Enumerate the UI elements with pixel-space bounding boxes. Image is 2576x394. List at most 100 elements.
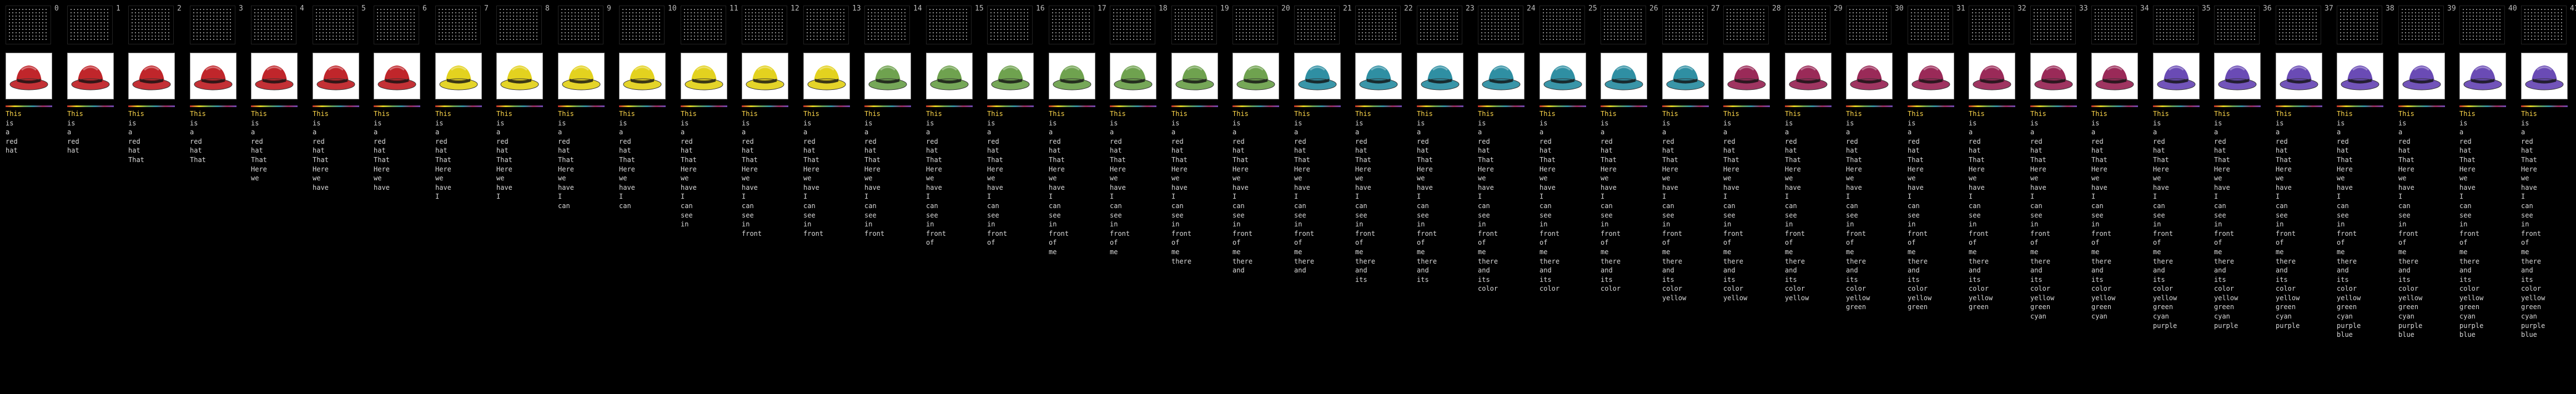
- frame-preview[interactable]: [742, 6, 787, 44]
- frame-preview[interactable]: [1846, 6, 1891, 44]
- frame-preview[interactable]: [2214, 6, 2260, 44]
- frame-preview[interactable]: [987, 6, 1033, 44]
- frame-preview[interactable]: [1539, 6, 1585, 44]
- hat-thumbnail[interactable]: [558, 53, 605, 99]
- frame-preview[interactable]: [1969, 6, 2014, 44]
- frame-preview[interactable]: [190, 6, 235, 44]
- frame[interactable]: 6 This is a red hat That Here we have: [368, 0, 429, 394]
- frame-preview[interactable]: [251, 6, 296, 44]
- hat-thumbnail[interactable]: [1294, 53, 1341, 99]
- frame[interactable]: 1 This is a red hat: [62, 0, 123, 394]
- hat-thumbnail[interactable]: [6, 53, 52, 99]
- hat-thumbnail[interactable]: [2091, 53, 2138, 99]
- frame-preview[interactable]: [128, 6, 174, 44]
- frame-preview[interactable]: [67, 6, 113, 44]
- frame[interactable]: 34 This is a red hat That Here we have Ican see in f…: [2086, 0, 2149, 394]
- frame[interactable]: 13 This is a red hat That Here we have Ican see in f…: [798, 0, 861, 394]
- hat-thumbnail[interactable]: [987, 53, 1034, 99]
- hat-thumbnail[interactable]: [251, 53, 298, 99]
- hat-thumbnail[interactable]: [374, 53, 420, 99]
- frame[interactable]: 12 This is a red hat That Here we have Ican see in f…: [736, 0, 799, 394]
- frame-preview[interactable]: [1110, 6, 1155, 44]
- frame[interactable]: 14 This is a red hat That Here we have Ican see in f…: [859, 0, 922, 394]
- frame[interactable]: 16 This is a red hat That Here we have Ican see in f…: [982, 0, 1045, 394]
- hat-thumbnail[interactable]: [1232, 53, 1279, 99]
- frame[interactable]: 33 This is a red hat That Here we have Ican see in f…: [2025, 0, 2088, 394]
- hat-thumbnail[interactable]: [1539, 53, 1586, 99]
- frame-preview[interactable]: [1232, 6, 1278, 44]
- frame[interactable]: 23 This is a red hat That Here we have Ican see in f…: [1411, 0, 1475, 394]
- hat-thumbnail[interactable]: [1417, 53, 1463, 99]
- frame-preview[interactable]: [619, 6, 665, 44]
- frame-preview[interactable]: [2276, 6, 2321, 44]
- frame[interactable]: 15 This is a red hat That Here we have Ican see in f…: [920, 0, 984, 394]
- hat-thumbnail[interactable]: [1969, 53, 2015, 99]
- frame-preview[interactable]: [313, 6, 358, 44]
- hat-thumbnail[interactable]: [1355, 53, 1402, 99]
- hat-thumbnail[interactable]: [619, 53, 666, 99]
- frame[interactable]: 21 This is a red hat That Here we have Ican see in f…: [1289, 0, 1352, 394]
- hat-thumbnail[interactable]: [313, 53, 359, 99]
- frame-preview[interactable]: [926, 6, 972, 44]
- frame[interactable]: 25 This is a red hat That Here we have Ican see in f…: [1534, 0, 1597, 394]
- frame-preview[interactable]: [1417, 6, 1462, 44]
- hat-thumbnail[interactable]: [1662, 53, 1709, 99]
- frame-preview[interactable]: [2398, 6, 2444, 44]
- frame[interactable]: 3 This is a red hat That: [184, 0, 245, 394]
- hat-thumbnail[interactable]: [435, 53, 482, 99]
- frame-preview[interactable]: [435, 6, 481, 44]
- hat-thumbnail[interactable]: [2030, 53, 2077, 99]
- hat-thumbnail[interactable]: [1908, 53, 1954, 99]
- frame-preview[interactable]: [681, 6, 726, 44]
- frame[interactable]: 39 This is a red hat That Here we have Ican see in f…: [2393, 0, 2456, 394]
- frame-preview[interactable]: [2030, 6, 2076, 44]
- frame[interactable]: 11 This is a red hat That Here we have Ican see in: [675, 0, 738, 394]
- frame[interactable]: 35 This is a red hat That Here we have Ican see in f…: [2147, 0, 2211, 394]
- frame-preview[interactable]: [1785, 6, 1830, 44]
- hat-thumbnail[interactable]: [1601, 53, 1647, 99]
- frame[interactable]: 10 This is a red hat That Here we have Ican: [613, 0, 677, 394]
- frame[interactable]: 26 This is a red hat That Here we have Ican see in f…: [1595, 0, 1658, 394]
- frame-preview[interactable]: [374, 6, 419, 44]
- frame-preview[interactable]: [1601, 6, 1646, 44]
- frame-preview[interactable]: [864, 6, 910, 44]
- hat-thumbnail[interactable]: [1846, 53, 1893, 99]
- frame[interactable]: 31 This is a red hat That Here we have Ican see in f…: [1902, 0, 1965, 394]
- hat-thumbnail[interactable]: [864, 53, 911, 99]
- hat-thumbnail[interactable]: [2153, 53, 2200, 99]
- frame-preview[interactable]: [1723, 6, 1769, 44]
- frame[interactable]: 41 Thisisared hatThatHerewehave Icanseeinf…: [2515, 0, 2576, 394]
- frame[interactable]: 24 This is a red hat That Here we have Ican see in f…: [1472, 0, 1536, 394]
- frame[interactable]: 19 This is a red hat That Here we have Ican see in f…: [1166, 0, 1229, 394]
- frame[interactable]: 2 This is a red hat That: [123, 0, 184, 394]
- hat-thumbnail[interactable]: [742, 53, 788, 99]
- hat-thumbnail[interactable]: [1110, 53, 1156, 99]
- hat-thumbnail[interactable]: [2276, 53, 2322, 99]
- hat-thumbnail[interactable]: [681, 53, 727, 99]
- hat-thumbnail[interactable]: [1785, 53, 1832, 99]
- frame-preview[interactable]: [1662, 6, 1708, 44]
- frame[interactable]: 7 This is a red hat That Here we have I: [430, 0, 491, 394]
- frame[interactable]: 0 This is a red hat: [0, 0, 61, 394]
- hat-thumbnail[interactable]: [2337, 53, 2383, 99]
- frame[interactable]: 28 This is a red hat That Here we have Ican see in f…: [1718, 0, 1781, 394]
- hat-thumbnail[interactable]: [1171, 53, 1218, 99]
- frame-preview[interactable]: [1478, 6, 1523, 44]
- frame-preview[interactable]: [2091, 6, 2137, 44]
- hat-thumbnail[interactable]: [803, 53, 850, 99]
- frame-preview[interactable]: [2459, 6, 2505, 44]
- frame[interactable]: 30 This is a red hat That Here we have Ican see in f…: [1840, 0, 1904, 394]
- frame-preview[interactable]: [1908, 6, 1953, 44]
- hat-thumbnail[interactable]: [926, 53, 973, 99]
- hat-thumbnail[interactable]: [1478, 53, 1525, 99]
- hat-thumbnail[interactable]: [1049, 53, 1095, 99]
- frame[interactable]: 9 This is a red hat That Here we have Ican: [552, 0, 613, 394]
- frame-preview[interactable]: [496, 6, 542, 44]
- hat-thumbnail[interactable]: [67, 53, 114, 99]
- frame[interactable]: 27 This is a red hat That Here we have Ican see in f…: [1657, 0, 1720, 394]
- frame-preview[interactable]: [2153, 6, 2198, 44]
- frame[interactable]: 40 This is a red hat That Here we have Ican see in f…: [2454, 0, 2517, 394]
- hat-thumbnail[interactable]: [496, 53, 543, 99]
- frame[interactable]: 18 This is a red hat That Here we have Ican see in f…: [1104, 0, 1168, 394]
- frame[interactable]: 20 This is a red hat That Here we have Ican see in f…: [1227, 0, 1290, 394]
